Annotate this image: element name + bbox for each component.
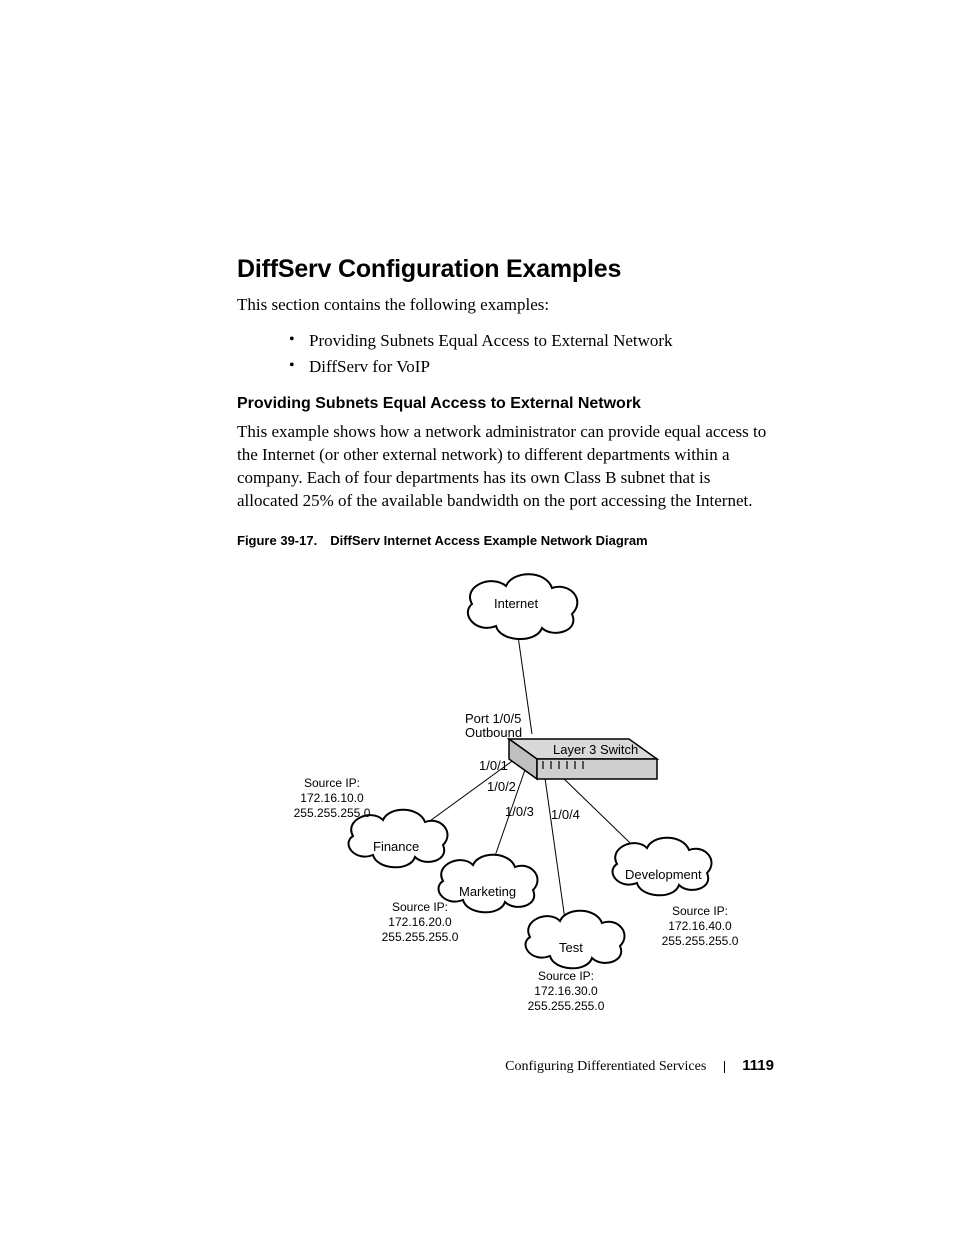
- cloud-label-marketing: Marketing: [459, 884, 516, 899]
- cloud-label-test: Test: [559, 940, 583, 955]
- port-outbound-l2: Outbound: [465, 725, 522, 740]
- list-item: Providing Subnets Equal Access to Extern…: [289, 328, 774, 354]
- figure-caption: Figure 39-17. DiffServ Internet Access E…: [237, 533, 774, 548]
- port-outbound-l1: Port 1/0/5: [465, 711, 521, 726]
- page-title: DiffServ Configuration Examples: [237, 255, 774, 284]
- list-item: DiffServ for VoIP: [289, 354, 774, 380]
- port-1: 1/0/1: [479, 758, 508, 773]
- port-4: 1/0/4: [551, 807, 580, 822]
- cloud-label-development: Development: [625, 867, 702, 882]
- section-heading: Providing Subnets Equal Access to Extern…: [237, 395, 774, 413]
- footer-section: Configuring Differentiated Services: [505, 1059, 706, 1074]
- port-3: 1/0/3: [505, 804, 534, 819]
- port-2: 1/0/2: [487, 779, 516, 794]
- cloud-label-finance: Finance: [373, 839, 419, 854]
- cloud-label-internet: Internet: [494, 596, 538, 611]
- ip-development: Source IP: 172.16.40.0 255.255.255.0: [645, 904, 755, 949]
- switch-label: Layer 3 Switch: [553, 742, 638, 757]
- page: DiffServ Configuration Examples This sec…: [0, 0, 954, 1235]
- page-footer: Configuring Differentiated Services 1119: [0, 1057, 954, 1075]
- ip-marketing: Source IP: 172.16.20.0 255.255.255.0: [365, 900, 475, 945]
- page-number: 1119: [742, 1057, 774, 1074]
- network-diagram: Internet Layer 3 Switch Port 1/0/5 Outbo…: [257, 564, 777, 1034]
- body-text: This example shows how a network adminis…: [237, 421, 774, 513]
- ip-finance: Source IP: 172.16.10.0 255.255.255.0: [277, 776, 387, 821]
- bullet-list: Providing Subnets Equal Access to Extern…: [237, 328, 774, 381]
- ip-test: Source IP: 172.16.30.0 255.255.255.0: [511, 969, 621, 1014]
- footer-separator: [724, 1061, 725, 1073]
- intro-text: This section contains the following exam…: [237, 294, 774, 316]
